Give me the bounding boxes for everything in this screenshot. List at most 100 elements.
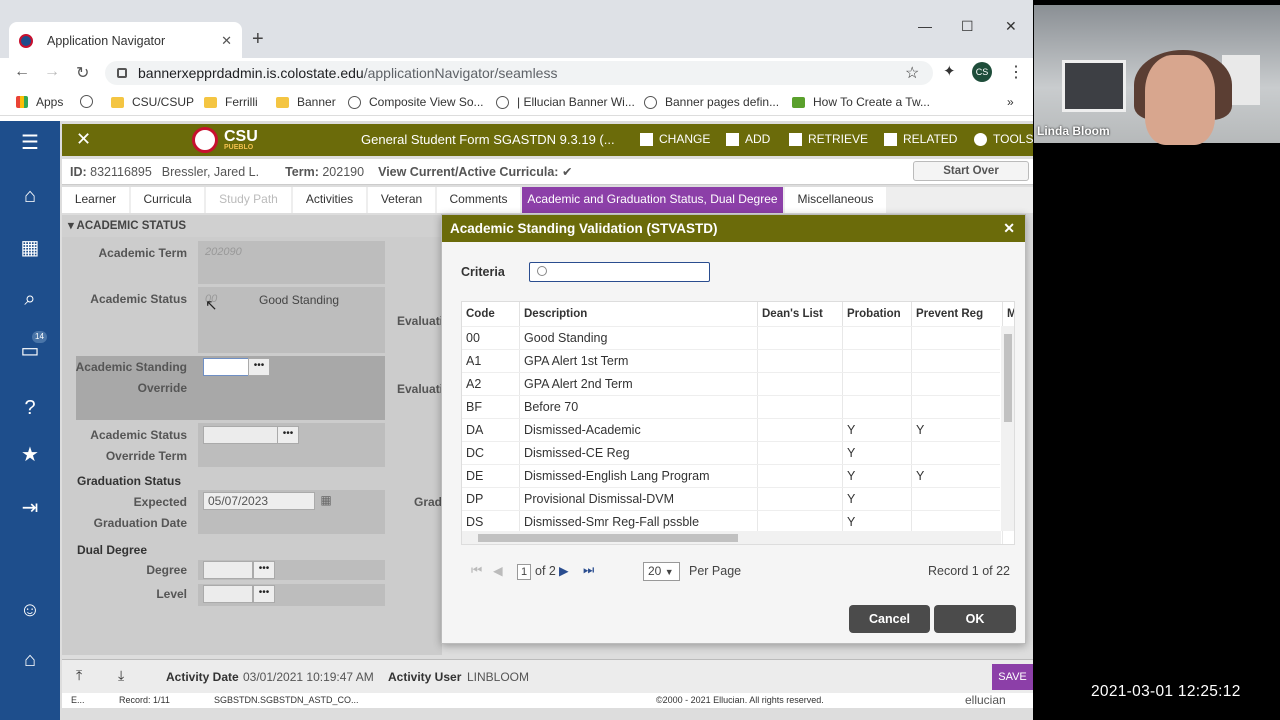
applications-grid-icon[interactable]: ▦ xyxy=(18,236,42,260)
next-page-icon[interactable]: ▶ xyxy=(559,563,569,578)
col-header-more[interactable]: M xyxy=(1003,302,1014,326)
tab-activities[interactable]: Activities xyxy=(293,187,367,213)
bookmark-ellucian[interactable]: | Ellucian Banner Wi... xyxy=(496,95,635,109)
table-row[interactable]: DA Dismissed-Academic Y Y xyxy=(462,418,1003,442)
tab-learner[interactable]: Learner xyxy=(62,187,130,213)
col-header-prevent-reg[interactable]: Prevent Reg xyxy=(912,302,1003,326)
user-profile-icon[interactable]: ☺ xyxy=(18,598,42,622)
bookmark-banner[interactable]: Banner xyxy=(276,95,336,109)
tab-comments[interactable]: Comments xyxy=(437,187,521,213)
col-header-deans-list[interactable]: Dean's List xyxy=(758,302,843,326)
bookmark-globe[interactable] xyxy=(80,95,101,108)
recent-items-icon[interactable]: ▭ 14 xyxy=(18,331,47,363)
first-record-icon[interactable]: ⤒ xyxy=(76,667,82,684)
maximize-icon[interactable]: ☐ xyxy=(961,18,974,35)
degree-input[interactable] xyxy=(203,561,253,579)
status-override-lookup-button[interactable]: ••• xyxy=(277,426,299,444)
expected-grad-date-input[interactable]: 05/07/2023 xyxy=(203,492,315,510)
level-input[interactable] xyxy=(203,585,253,603)
institution-icon[interactable]: ⌂ xyxy=(18,648,42,672)
back-icon[interactable]: ← xyxy=(14,63,30,81)
col-header-code[interactable]: Code xyxy=(462,302,520,326)
browser-tab[interactable]: Application Navigator ✕ xyxy=(9,22,242,60)
table-row[interactable]: 00 Good Standing xyxy=(462,326,1003,350)
last-page-icon[interactable]: ⏭ xyxy=(583,563,594,578)
tab-curricula[interactable]: Curricula xyxy=(131,187,205,213)
bookmark-label: Banner xyxy=(297,95,336,109)
table-row[interactable]: DC Dismissed-CE Reg Y xyxy=(462,441,1003,465)
degree-lookup-button[interactable]: ••• xyxy=(253,561,275,579)
participant-face xyxy=(1145,55,1215,145)
bookmark-banner-pages[interactable]: Banner pages defin... xyxy=(644,95,779,109)
cancel-button[interactable]: Cancel xyxy=(849,605,930,633)
level-lookup-button[interactable]: ••• xyxy=(253,585,275,603)
profile-avatar[interactable]: CS xyxy=(972,62,992,82)
new-tab-button[interactable]: + xyxy=(252,28,264,51)
bookmark-apps[interactable]: Apps xyxy=(16,95,63,109)
reload-icon[interactable]: ↻ xyxy=(76,63,89,83)
url-field[interactable]: bannerxepprdadmin.is.colostate.edu/appli… xyxy=(105,61,933,85)
tab-academic-graduation-status[interactable]: Academic and Graduation Status, Dual Deg… xyxy=(522,187,784,213)
scroll-thumb[interactable] xyxy=(478,534,738,542)
standing-override-input[interactable] xyxy=(203,358,249,376)
col-header-probation[interactable]: Probation xyxy=(843,302,912,326)
tab-veteran[interactable]: Veteran xyxy=(368,187,436,213)
change-button[interactable]: CHANGE xyxy=(640,132,710,146)
status-override-term-input[interactable] xyxy=(203,426,278,444)
gear-icon xyxy=(974,132,987,146)
extensions-icon[interactable]: ✦ xyxy=(943,62,956,80)
close-window-icon[interactable]: ✕ xyxy=(1005,18,1017,35)
prev-page-icon[interactable]: ◀ xyxy=(493,563,503,578)
scroll-thumb[interactable] xyxy=(1004,334,1012,422)
tab-study-path[interactable]: Study Path xyxy=(206,187,292,213)
minimize-icon[interactable]: — xyxy=(918,18,932,34)
close-tab-icon[interactable]: ✕ xyxy=(221,33,232,49)
tab-miscellaneous[interactable]: Miscellaneous xyxy=(785,187,887,213)
bookmark-composite[interactable]: Composite View So... xyxy=(348,95,484,109)
sign-out-icon[interactable]: ⇥ xyxy=(18,496,42,520)
cell-prob xyxy=(843,396,912,419)
hamburger-menu-icon[interactable]: ☰ xyxy=(18,131,42,155)
help-icon[interactable]: ? xyxy=(18,396,42,420)
bookmark-csu[interactable]: CSU/CSUP xyxy=(111,95,194,109)
page-number-input[interactable]: 1 xyxy=(517,564,531,580)
ok-button[interactable]: OK xyxy=(934,605,1016,633)
checkmark-icon[interactable]: ✔ xyxy=(562,165,572,179)
bookmark-ferrilli[interactable]: Ferrilli xyxy=(204,95,258,109)
ellucian-brand: ellucian xyxy=(965,693,1006,707)
save-button[interactable]: SAVE xyxy=(992,664,1033,690)
close-form-icon[interactable]: ✕ xyxy=(76,129,91,150)
table-row[interactable]: DP Provisional Dismissal-DVM Y xyxy=(462,487,1003,511)
close-dialog-icon[interactable]: ✕ xyxy=(1003,215,1015,242)
per-page-select[interactable]: 20 ▼ xyxy=(643,562,680,581)
browser-menu-icon[interactable]: ⋮ xyxy=(1008,62,1024,82)
standing-override-lookup-button[interactable]: ••• xyxy=(248,358,270,376)
search-icon[interactable]: ⌕ xyxy=(18,287,42,311)
vertical-scrollbar[interactable] xyxy=(1001,326,1014,531)
start-over-button[interactable]: Start Over xyxy=(913,161,1029,181)
favorites-star-icon[interactable]: ★ xyxy=(18,443,42,467)
tools-button[interactable]: TOOLS xyxy=(974,132,1033,146)
related-button[interactable]: RELATED xyxy=(884,132,957,146)
table-row[interactable]: DE Dismissed-English Lang Program Y Y xyxy=(462,464,1003,488)
section-header[interactable]: ▾ ACADEMIC STATUS xyxy=(62,215,442,237)
calendar-icon[interactable]: ▦ xyxy=(316,493,336,511)
bookmarks-overflow-icon[interactable]: » xyxy=(1007,95,1014,109)
forward-icon[interactable]: → xyxy=(44,63,60,81)
last-record-icon[interactable]: ⤓ xyxy=(118,667,124,684)
home-icon[interactable]: ⌂ xyxy=(18,184,42,208)
table-row[interactable]: A1 GPA Alert 1st Term xyxy=(462,349,1003,373)
bookmark-star-icon[interactable]: ☆ xyxy=(905,63,919,83)
col-header-description[interactable]: Description xyxy=(520,302,758,326)
table-row[interactable]: A2 GPA Alert 2nd Term xyxy=(462,372,1003,396)
criteria-search-input[interactable] xyxy=(529,262,710,282)
bookmark-how-to[interactable]: How To Create a Tw... xyxy=(792,95,930,109)
retrieve-button[interactable]: RETRIEVE xyxy=(789,132,868,146)
table-row[interactable]: DS Dismissed-Smr Reg-Fall pssble Y xyxy=(462,510,1003,534)
first-page-icon[interactable]: ⏮ xyxy=(471,563,482,578)
logo-subtext: PUEBLO xyxy=(224,144,254,151)
cell-prob xyxy=(843,373,912,396)
horizontal-scrollbar[interactable] xyxy=(462,531,1001,544)
add-button[interactable]: ADD xyxy=(726,132,770,146)
table-row[interactable]: BF Before 70 xyxy=(462,395,1003,419)
